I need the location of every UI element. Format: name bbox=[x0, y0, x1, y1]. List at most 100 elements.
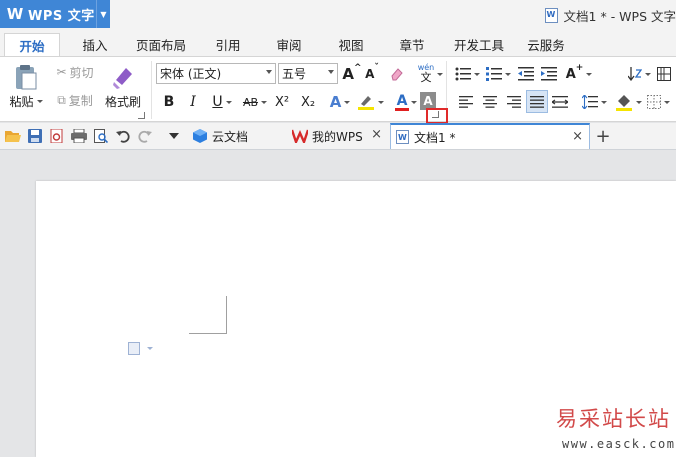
tab-page-layout[interactable]: 页面布局 bbox=[128, 33, 194, 56]
window-title: 文档1 * - WPS 文字 bbox=[544, 6, 676, 25]
grid-icon bbox=[657, 67, 671, 81]
align-right-button[interactable] bbox=[504, 91, 524, 113]
highlight-box bbox=[426, 108, 448, 124]
chevron-down-icon bbox=[261, 100, 268, 104]
font-size-select[interactable]: 五号 bbox=[278, 63, 338, 84]
font-color-icon: A bbox=[396, 92, 408, 109]
print-icon[interactable] bbox=[70, 127, 88, 145]
tab-references[interactable]: 引用 bbox=[205, 33, 251, 56]
app-name: WPS 文字 bbox=[28, 8, 95, 24]
highlight-color-button[interactable] bbox=[356, 91, 384, 113]
wps-logo-icon bbox=[292, 129, 308, 143]
decrease-indent-icon bbox=[518, 67, 534, 81]
chevron-down-icon bbox=[328, 70, 334, 74]
subscript-button[interactable]: X₂ bbox=[298, 91, 318, 113]
sort-icon bbox=[627, 67, 642, 81]
tab-home[interactable]: 开始 bbox=[4, 33, 60, 56]
cut-button[interactable]: ✂ 剪切 bbox=[52, 64, 98, 80]
bullet-list-button[interactable] bbox=[453, 63, 481, 85]
close-icon[interactable]: × bbox=[371, 127, 382, 142]
strikethrough-button[interactable]: AB bbox=[240, 91, 270, 113]
doc-tab-label: 云文档 bbox=[212, 129, 249, 144]
align-right-icon bbox=[507, 96, 521, 108]
phonetic-guide-button[interactable]: wén 文 bbox=[412, 61, 440, 85]
copy-button[interactable]: ⧉ 复制 bbox=[52, 92, 98, 108]
justify-button[interactable] bbox=[526, 90, 548, 113]
paste-icon[interactable] bbox=[8, 63, 42, 91]
print-preview-icon[interactable] bbox=[92, 127, 110, 145]
cut-label: 剪切 bbox=[69, 65, 94, 80]
align-center-button[interactable] bbox=[480, 91, 500, 113]
text-effects-icon: A bbox=[329, 93, 342, 111]
scissors-icon: ✂ bbox=[56, 65, 67, 79]
tab-insert[interactable]: 插入 bbox=[72, 33, 118, 56]
text-effects-button[interactable]: A bbox=[326, 91, 354, 113]
format-painter-button[interactable]: 格式刷 bbox=[102, 93, 144, 109]
chevron-down-icon[interactable] bbox=[411, 101, 417, 104]
paste-button[interactable]: 粘贴 bbox=[6, 93, 46, 109]
shrink-font-button[interactable]: Aˇ bbox=[363, 63, 381, 85]
tab-view[interactable]: 视图 bbox=[328, 33, 374, 56]
doc-tab-document1[interactable]: W 文档1 * × bbox=[390, 123, 590, 149]
decrease-indent-button[interactable] bbox=[516, 63, 536, 85]
export-pdf-icon[interactable] bbox=[48, 127, 66, 145]
chevron-down-icon[interactable] bbox=[147, 347, 153, 350]
clear-format-button[interactable] bbox=[388, 63, 406, 85]
doc-tab-label: 文档1 * bbox=[414, 130, 456, 145]
sort-button[interactable] bbox=[626, 63, 652, 85]
chevron-down-icon[interactable] bbox=[437, 73, 443, 76]
underline-label: U bbox=[212, 94, 223, 110]
increase-indent-button[interactable] bbox=[539, 63, 559, 85]
distributed-align-icon bbox=[552, 96, 568, 108]
align-center-icon bbox=[483, 96, 497, 108]
app-menu-button[interactable]: W WPS 文字 ▼ bbox=[0, 0, 110, 28]
open-folder-icon[interactable] bbox=[4, 127, 22, 145]
font-color-bar bbox=[395, 107, 409, 111]
paste-options-icon[interactable] bbox=[128, 342, 140, 355]
customize-toolbar-icon[interactable] bbox=[166, 127, 182, 145]
tab-chapter[interactable]: 章节 bbox=[389, 33, 435, 56]
numbered-list-button[interactable] bbox=[484, 63, 512, 85]
font-name-select[interactable]: 宋体 (正文) bbox=[156, 63, 276, 84]
tab-cloud-service[interactable]: 云服务 bbox=[518, 33, 574, 56]
underline-button[interactable]: U bbox=[208, 91, 236, 113]
chevron-down-icon[interactable]: ▼ bbox=[96, 0, 110, 28]
grow-font-button[interactable]: A ^ bbox=[342, 63, 362, 85]
change-case-icon: A bbox=[565, 66, 576, 82]
doc-tab-my-wps[interactable]: 我的WPS × bbox=[288, 123, 388, 149]
arrow-down-icon: ˇ bbox=[374, 63, 379, 73]
distributed-align-button[interactable] bbox=[550, 91, 570, 113]
chevron-down-icon bbox=[36, 99, 43, 103]
superscript-button[interactable]: X² bbox=[272, 91, 292, 113]
doc-tab-label: 我的WPS bbox=[312, 129, 363, 144]
new-tab-button[interactable]: + bbox=[594, 124, 612, 148]
borders-button[interactable] bbox=[644, 91, 672, 113]
table-borders-button[interactable] bbox=[654, 63, 674, 85]
bold-button[interactable]: B bbox=[160, 91, 178, 113]
italic-button[interactable]: I bbox=[184, 91, 202, 113]
format-painter-icon[interactable] bbox=[108, 63, 138, 91]
save-icon[interactable] bbox=[26, 127, 44, 145]
tab-developer[interactable]: 开发工具 bbox=[446, 33, 512, 56]
redo-icon[interactable] bbox=[136, 127, 154, 145]
copy-label: 复制 bbox=[68, 93, 93, 108]
change-case-button[interactable]: A + bbox=[564, 63, 594, 85]
paragraph-shading-button[interactable] bbox=[614, 91, 642, 113]
tab-review[interactable]: 审阅 bbox=[266, 33, 312, 56]
clipboard-launcher-icon[interactable] bbox=[138, 112, 145, 119]
arrow-up-icon: ^ bbox=[354, 63, 362, 73]
undo-icon[interactable] bbox=[114, 127, 132, 145]
margin-corner-mark bbox=[189, 296, 227, 334]
change-case-plus-icon: + bbox=[575, 63, 584, 73]
line-spacing-button[interactable] bbox=[580, 91, 608, 113]
copy-icon: ⧉ bbox=[57, 92, 66, 107]
align-left-button[interactable] bbox=[456, 91, 476, 113]
close-icon[interactable]: × bbox=[572, 129, 583, 144]
font-name-value: 宋体 (正文) bbox=[160, 67, 222, 81]
chevron-down-icon bbox=[377, 100, 384, 104]
chevron-down-icon bbox=[600, 100, 607, 104]
document-icon: W bbox=[396, 130, 409, 144]
line-spacing-icon bbox=[581, 95, 598, 109]
grow-font-icon: A bbox=[342, 65, 355, 83]
doc-tab-cloud-docs[interactable]: 云文档 bbox=[188, 123, 286, 149]
